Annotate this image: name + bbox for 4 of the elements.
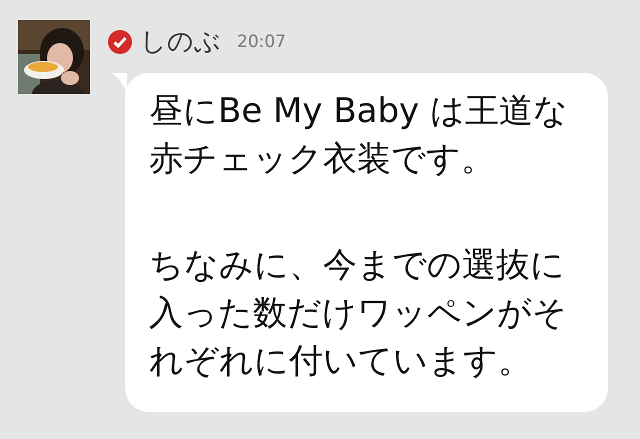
message-text: ちなみに、今までの選抜に入った数だけワッペンがそれぞれに付いています。 xyxy=(149,244,568,383)
message-time: 20:07 xyxy=(237,32,286,52)
sender-name: しのぶ xyxy=(140,26,221,59)
message-text: 昼にBe My Baby は王道な赤チェック衣装です。 xyxy=(149,90,569,181)
